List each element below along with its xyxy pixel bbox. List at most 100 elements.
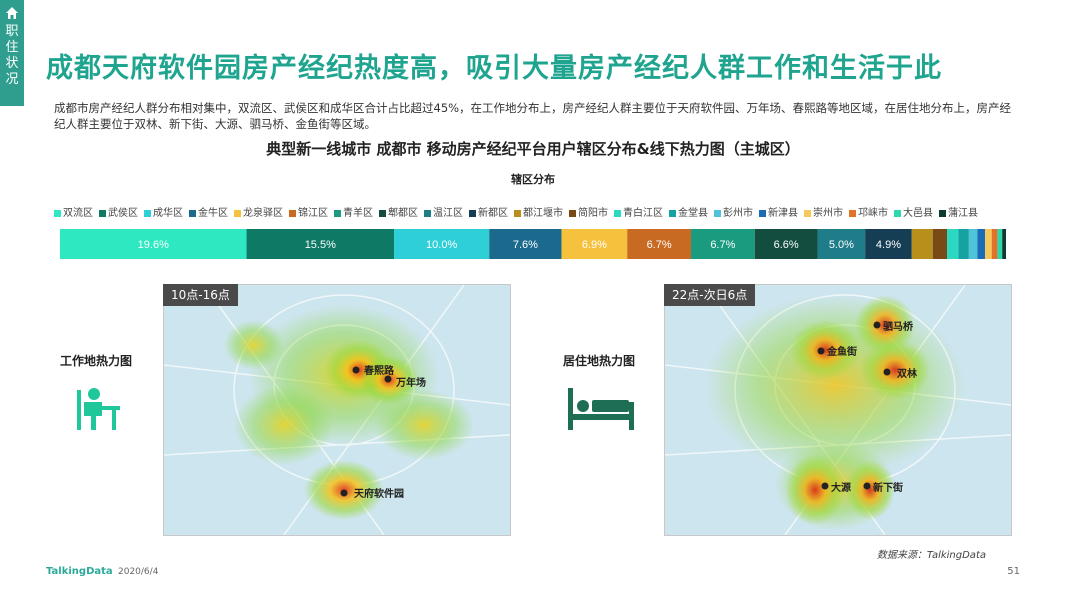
legend-label: 金堂县 [678, 208, 708, 219]
bar-data-label: 7.6% [513, 239, 538, 251]
bar-segment [946, 229, 959, 259]
legend-swatch [894, 209, 901, 217]
legend-label: 新津县 [768, 208, 798, 219]
pin-label: 金鱼街 [826, 345, 857, 358]
bar-segment [911, 229, 933, 259]
legend-label: 新都区 [478, 208, 508, 219]
pin-label: 大源 [831, 481, 851, 494]
home-heatmap-label: 居住地热力图 [563, 354, 636, 368]
legend-item: 新都区 [469, 204, 508, 219]
description: 成都市房产经纪人群分布相对集中，双流区、武侯区和成华区合计占比超过45%，在工作… [54, 101, 1012, 131]
legend-swatch [289, 209, 296, 217]
map-pin [873, 321, 881, 329]
map-pin [384, 375, 392, 383]
work-heatmap-graphic: 春熙路 万年场 天府软件园 [164, 285, 510, 535]
legend-swatch [804, 209, 811, 217]
footer-brand-logo: TalkingData [46, 566, 113, 577]
bar-data-label: 6.7% [710, 239, 735, 251]
legend-swatch [714, 209, 721, 217]
legend-swatch [849, 209, 856, 217]
pin-label: 春熙路 [364, 364, 395, 377]
legend-label: 郫都区 [388, 208, 418, 219]
legend-swatch [669, 209, 676, 217]
map-pin [821, 482, 829, 490]
page-number: 51 [1007, 566, 1020, 577]
bar-segment [991, 229, 998, 259]
legend-swatch [514, 209, 521, 217]
pin-label: 万年场 [395, 376, 426, 389]
bar-data-label: 6.7% [647, 239, 672, 251]
section-tab[interactable]: 职住状况 [0, 0, 24, 106]
legend-swatch [189, 209, 196, 217]
bar-segment [985, 229, 992, 259]
map-pin [883, 368, 891, 376]
pin-label: 双林 [897, 367, 918, 380]
bar-data-label: 6.9% [582, 239, 607, 251]
legend-label: 青羊区 [343, 208, 373, 219]
legend-label: 蒲江县 [948, 208, 978, 219]
chart-subtitle: 辖区分布 [511, 173, 555, 186]
legend-swatch [334, 209, 341, 217]
legend-item: 邛崃市 [849, 204, 888, 219]
chart-title: 典型新一线城市 成都市 移动房产经纪平台用户辖区分布&线下热力图（主城区） [266, 140, 800, 158]
map-pin [863, 482, 871, 490]
page-title: 成都天府软件园房产经纪热度高，吸引大量房产经纪人群工作和生活于此 [46, 53, 942, 84]
legend-label: 彭州市 [723, 208, 753, 219]
legend-label: 邛崃市 [858, 208, 888, 219]
legend-item: 双流区 [54, 204, 93, 219]
legend-label: 锦江区 [298, 208, 328, 219]
legend-item: 金堂县 [669, 204, 708, 219]
legend-label: 青白江区 [623, 208, 663, 219]
bar-data-label: 19.6% [138, 239, 169, 251]
legend-item: 蒲江县 [939, 204, 978, 219]
home-time-label: 22点-次日6点 [664, 284, 756, 306]
chart-legend: 双流区 武侯区 成华区 金牛区 龙泉驿区 锦江区 青羊区 郫都区 温江区 新都区 都江堰市 简阳市 青白… [54, 204, 1044, 219]
legend-item: 新津县 [759, 204, 798, 219]
legend-swatch [144, 209, 151, 217]
legend-item: 锦江区 [289, 204, 328, 219]
legend-item: 金牛区 [189, 204, 228, 219]
legend-swatch [759, 209, 766, 217]
legend-item: 简阳市 [569, 204, 608, 219]
bar-data-label: 6.6% [774, 239, 799, 251]
legend-swatch [614, 209, 621, 217]
map-pin [352, 366, 360, 374]
legend-swatch [379, 209, 386, 217]
bar-data-label: 15.5% [305, 239, 336, 251]
work-heatmap: 春熙路 万年场 天府软件园 [163, 284, 511, 536]
footer-date: 2020/6/4 [118, 567, 159, 577]
legend-swatch [469, 209, 476, 217]
bar-segment [968, 229, 978, 259]
legend-swatch [234, 209, 241, 217]
legend-swatch [99, 209, 106, 217]
legend-item: 郫都区 [379, 204, 418, 219]
home-icon [6, 7, 18, 19]
legend-item: 青羊区 [334, 204, 373, 219]
legend-label: 龙泉驿区 [243, 208, 283, 219]
bar-data-label: 5.0% [829, 239, 854, 251]
bar-segment [1002, 229, 1006, 259]
legend-item: 都江堰市 [514, 204, 563, 219]
legend-item: 青白江区 [614, 204, 663, 219]
home-heatmap: 驷马桥 金鱼街 双林 大源 新下街 [664, 284, 1012, 536]
legend-swatch [939, 209, 946, 217]
legend-item: 温江区 [424, 204, 463, 219]
legend-label: 温江区 [433, 208, 463, 219]
bar-data-label: 10.0% [426, 239, 457, 251]
bar-segment [932, 229, 947, 259]
legend-swatch [569, 209, 576, 217]
legend-label: 大邑县 [903, 208, 933, 219]
legend-item: 成华区 [144, 204, 183, 219]
bar-data-label: 4.9% [876, 239, 901, 251]
legend-label: 都江堰市 [523, 208, 563, 219]
stacked-bar-chart: 19.6% 15.5% 10.0% 7.6% 6.9% 6.7% 6.7% 6.6% 5.0% 4… [60, 229, 1006, 259]
pin-label: 驷马桥 [883, 320, 914, 333]
pin-label: 新下街 [873, 481, 903, 494]
legend-item: 崇州市 [804, 204, 843, 219]
bar-segment [977, 229, 986, 259]
work-time-label: 10点-16点 [163, 284, 238, 306]
legend-item: 武侯区 [99, 204, 138, 219]
home-heatmap-graphic: 驷马桥 金鱼街 双林 大源 新下街 [665, 285, 1011, 535]
work-heatmap-label: 工作地热力图 [60, 354, 133, 368]
legend-label: 简阳市 [578, 208, 608, 219]
